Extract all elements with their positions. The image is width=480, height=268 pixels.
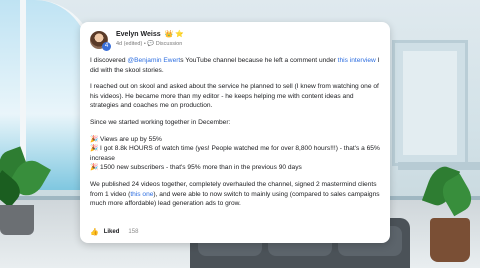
paragraph-5: We published 24 videos together, complet… — [90, 180, 380, 209]
author-name-text[interactable]: Evelyn Weiss — [116, 31, 161, 38]
category-label[interactable]: Discussion — [156, 41, 183, 47]
post-meta: 4d (edited) • 💬 Discussion — [116, 41, 182, 47]
pot-right — [430, 218, 470, 262]
post-footer: 👍 Liked 158 — [90, 228, 138, 236]
this-one-link[interactable]: this one — [130, 191, 153, 198]
thumbs-up-icon[interactable]: 👍 — [90, 228, 99, 236]
category-icon: 💬 — [147, 41, 155, 47]
post-header: 4 Evelyn Weiss 👑 ⭐ 4d (edited) • 💬 Discu… — [90, 30, 380, 56]
author-name[interactable]: Evelyn Weiss 👑 ⭐ — [116, 30, 184, 38]
result-item: 🎉 Views are up by 55% — [90, 135, 162, 143]
mention-link[interactable]: @Benjamin Ewert — [127, 57, 180, 64]
window-right — [392, 40, 468, 166]
post-body: I discovered @Benjamin Ewerts YouTube ch… — [90, 56, 380, 209]
results-list: 🎉 Views are up by 55% 🎉 I got 8.8k HOURS… — [90, 135, 380, 173]
like-count[interactable]: 158 — [128, 229, 138, 235]
edited-time: 4d (edited) — [116, 41, 143, 47]
pot-left — [0, 205, 34, 235]
meta-separator: • — [143, 41, 146, 47]
interview-link[interactable]: this interview — [338, 57, 376, 64]
result-item: 🎉 1500 new subscribers - that's 95% more… — [90, 164, 302, 172]
level-badge: 4 — [102, 42, 111, 51]
author-badges: 👑 ⭐ — [164, 31, 184, 38]
paragraph-1: I discovered @Benjamin Ewerts YouTube ch… — [90, 56, 380, 75]
post-card: 4 Evelyn Weiss 👑 ⭐ 4d (edited) • 💬 Discu… — [80, 22, 390, 243]
p1-text-start: I discovered — [90, 57, 128, 64]
like-button[interactable]: Liked — [104, 229, 120, 235]
p1-text-middle: s YouTube channel because he left a comm… — [180, 57, 338, 64]
result-item: 🎉 I got 8.8k HOURS of watch time (yes! P… — [90, 145, 380, 162]
paragraph-3: Since we started working together in Dec… — [90, 118, 231, 126]
paragraph-2: I reached out on skool and asked about t… — [90, 83, 379, 110]
